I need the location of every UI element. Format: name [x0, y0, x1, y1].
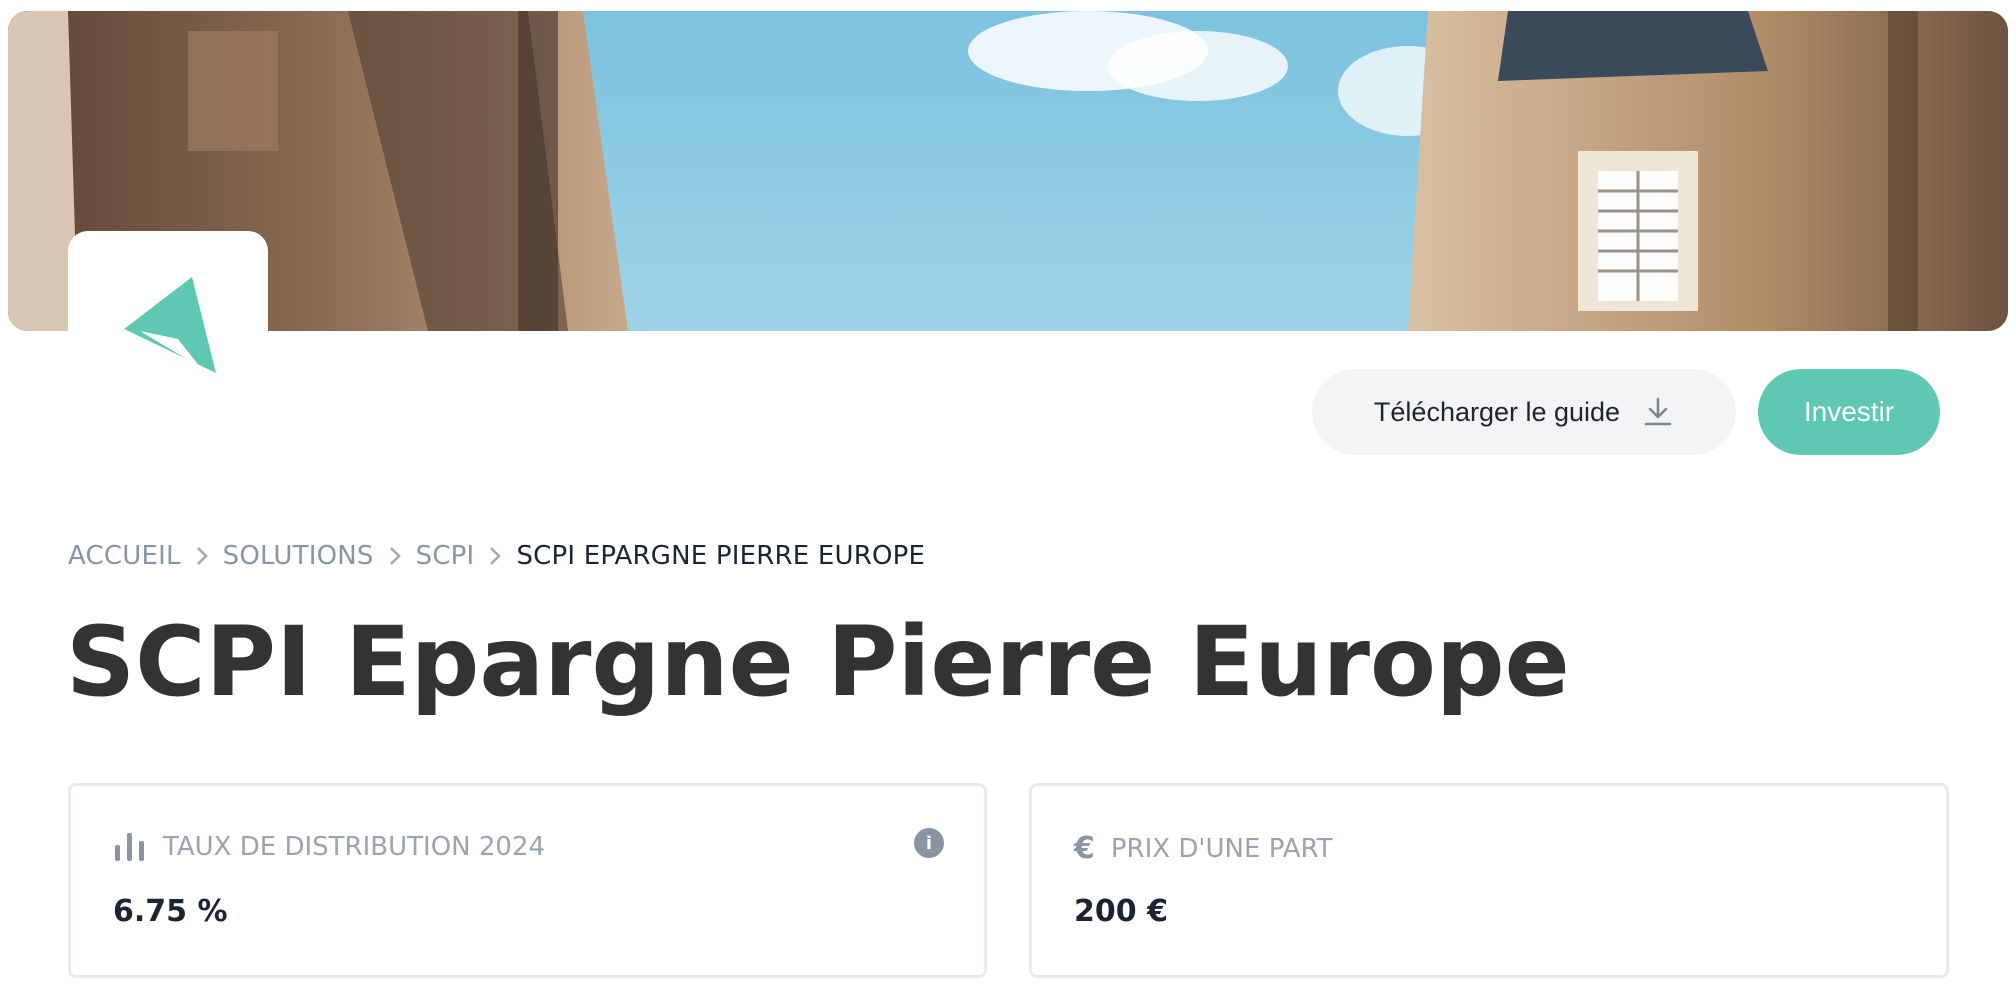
- share-price-label: PRIX D'UNE PART: [1110, 833, 1333, 864]
- breadcrumb-current: SCPI EPARGNE PIERRE EUROPE: [516, 541, 926, 571]
- bar-chart-icon: [115, 833, 144, 861]
- hero-banner-image: [8, 11, 2008, 331]
- invest-button[interactable]: Investir: [1758, 369, 1940, 455]
- company-logo[interactable]: [68, 231, 268, 431]
- distribution-rate-label: TAUX DE DISTRIBUTION 2024: [163, 832, 546, 862]
- download-guide-label: Télécharger le guide: [1373, 396, 1621, 427]
- chevron-right-icon: [388, 545, 402, 567]
- info-icon[interactable]: i: [914, 828, 944, 858]
- distribution-rate-value: 6.75 %: [113, 894, 228, 929]
- breadcrumb: ACCUEIL SOLUTIONS SCPI SCPI EPARGNE PIER…: [68, 538, 925, 574]
- download-icon: [1644, 397, 1672, 426]
- distribution-rate-card: TAUX DE DISTRIBUTION 2024 i 6.75 %: [68, 783, 987, 978]
- breadcrumb-item-accueil[interactable]: ACCUEIL: [68, 541, 181, 571]
- share-price-label-row: € PRIX D'UNE PART: [1074, 831, 1333, 866]
- chevron-right-icon: [195, 545, 209, 567]
- share-price-card: € PRIX D'UNE PART 200 €: [1029, 783, 1949, 978]
- euro-icon: €: [1074, 831, 1095, 866]
- breadcrumb-item-solutions[interactable]: SOLUTIONS: [223, 541, 374, 571]
- page-title: SCPI Epargne Pierre Europe: [66, 606, 1570, 718]
- paper-plane-logo-icon: [124, 277, 216, 373]
- chevron-right-icon: [488, 545, 502, 567]
- breadcrumb-item-scpi[interactable]: SCPI: [416, 541, 475, 571]
- share-price-value: 200 €: [1074, 894, 1168, 929]
- distribution-rate-label-row: TAUX DE DISTRIBUTION 2024: [113, 831, 545, 863]
- download-guide-button[interactable]: Télécharger le guide: [1312, 369, 1736, 455]
